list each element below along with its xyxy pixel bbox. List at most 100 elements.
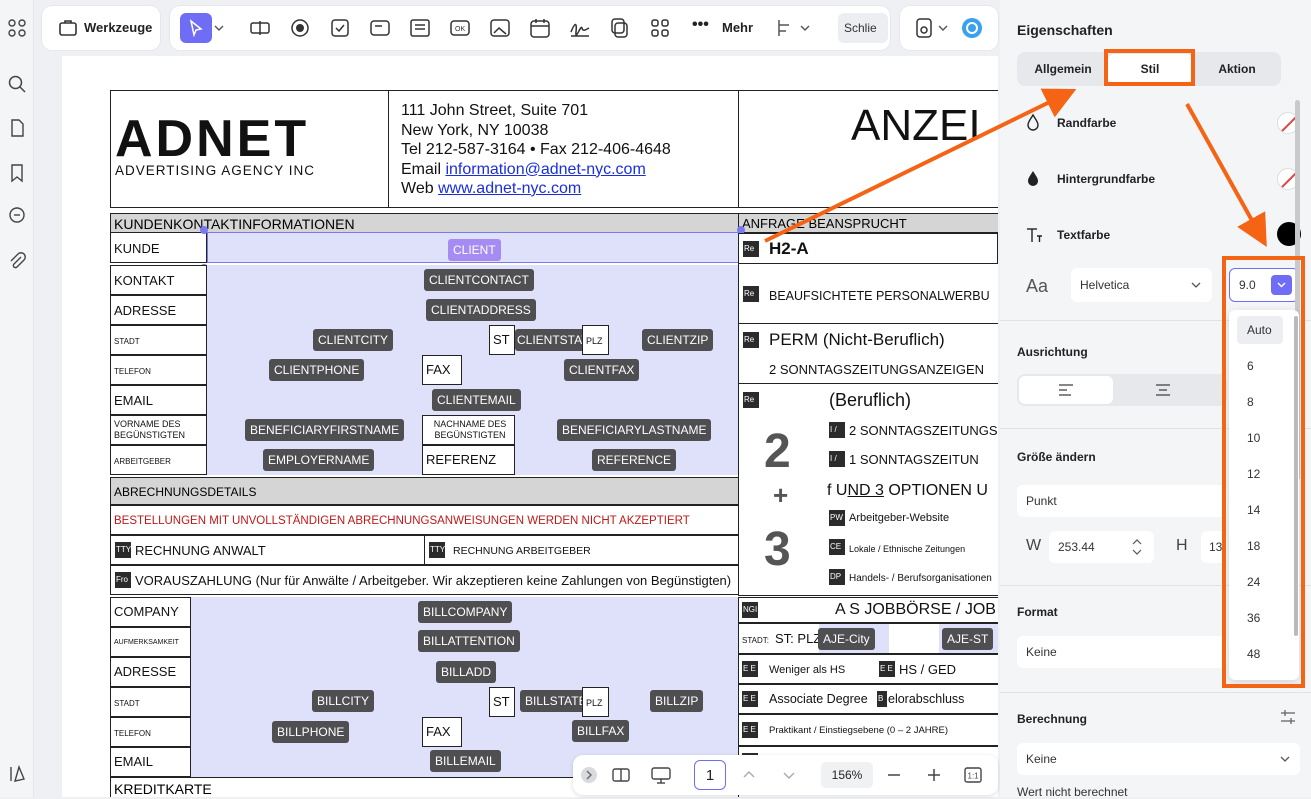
chevron-up-icon[interactable] (741, 767, 757, 783)
intern-checkbox[interactable]: E E (742, 722, 758, 738)
billphone-chip[interactable]: BILLPHONE (272, 721, 350, 743)
ai-assistant-icon[interactable] (960, 16, 984, 40)
attachment-icon[interactable] (7, 251, 27, 271)
web-link[interactable]: www.adnet-nyc.com (438, 180, 581, 197)
billadd-chip[interactable]: BILLADD (436, 661, 497, 683)
search-icon[interactable] (7, 74, 27, 94)
logo: ADNET (115, 110, 310, 168)
text-field-icon[interactable] (248, 16, 272, 40)
employer-web-checkbox[interactable]: PW (829, 510, 845, 526)
billzip-chip[interactable]: BILLZIP (650, 690, 704, 712)
kunde-label: KUNDE (114, 241, 160, 256)
clientaddress-chip[interactable]: CLIENTADDRESS (426, 299, 536, 321)
resize-handle[interactable] (200, 226, 208, 234)
close-edit-button[interactable]: Schlie (838, 13, 888, 43)
bachelor-checkbox[interactable]: B (877, 691, 887, 707)
billemail-chip[interactable]: BILLEMAIL (430, 750, 501, 772)
beruflich-label: (Beruflich) (829, 390, 912, 410)
comment-icon[interactable] (7, 206, 27, 226)
tab-action[interactable]: Aktion (1195, 54, 1279, 84)
calculation-select[interactable]: Keine (1017, 743, 1300, 775)
actual-size-icon[interactable]: 1:1 (963, 765, 983, 785)
clientzip-chip[interactable]: CLIENTZIP (642, 329, 714, 351)
more-dots-icon[interactable]: ••• (692, 16, 709, 34)
trade-orgs-checkbox[interactable]: DP (829, 569, 845, 585)
ajecity-chip[interactable]: AJE-City (818, 628, 875, 650)
chevron-down-icon[interactable] (798, 16, 812, 40)
copy-fields-icon[interactable] (608, 16, 632, 40)
zoom-level[interactable]: 156% (821, 762, 873, 788)
beneficiarylastname-chip[interactable]: BENEFICIARYLASTNAME (557, 419, 712, 441)
less-hs-checkbox[interactable]: E E (742, 661, 758, 677)
align-left-button[interactable] (1019, 376, 1113, 404)
list-box-icon[interactable] (408, 16, 432, 40)
zoom-in-icon[interactable] (926, 767, 942, 783)
email-link[interactable]: information@adnet-nyc.com (445, 161, 645, 178)
presentation-icon[interactable] (650, 765, 672, 785)
stepper-icon[interactable] (1131, 537, 1143, 557)
perm-checkbox[interactable]: Re (743, 332, 759, 348)
chevron-down-icon[interactable] (936, 16, 950, 40)
client-chip[interactable]: CLIENT (448, 239, 501, 261)
reading-mode-icon[interactable] (611, 765, 631, 785)
collapse-button[interactable] (581, 767, 597, 783)
radio-button-icon[interactable] (288, 16, 312, 40)
bookmark-icon[interactable] (7, 163, 27, 183)
hs-ged-checkbox[interactable]: E E (879, 661, 895, 677)
billstate-chip[interactable]: BILLSTATE (520, 690, 592, 712)
invoice-employer-checkbox[interactable]: TTY (429, 542, 445, 558)
checkbox-icon[interactable] (328, 16, 352, 40)
chevron-down-icon[interactable] (212, 16, 226, 40)
width-input[interactable]: 253.44 (1049, 531, 1154, 563)
h2a-checkbox[interactable]: Re (743, 241, 759, 257)
jobboard-checkbox[interactable]: NGI (742, 602, 758, 618)
invoice-attorney-checkbox[interactable]: TTY (115, 542, 131, 558)
beruflich-checkbox[interactable]: Re (743, 392, 759, 408)
zoom-out-icon[interactable] (886, 767, 902, 783)
align-center-button[interactable] (1116, 376, 1210, 404)
clientcontact-chip[interactable]: CLIENTCONTACT (424, 269, 534, 291)
settings-sliders-icon[interactable] (1279, 708, 1297, 726)
billcompany-chip[interactable]: BILLCOMPANY (418, 601, 513, 623)
associate-checkbox[interactable]: E E (742, 691, 758, 707)
billfax-chip[interactable]: BILLFAX (572, 720, 630, 742)
prepay-checkbox[interactable]: Fro (115, 572, 131, 588)
more-button[interactable]: Mehr (722, 20, 753, 35)
toolbox-icon[interactable] (56, 16, 80, 40)
format-select[interactable]: Keine (1017, 636, 1227, 668)
image-field-icon[interactable] (488, 16, 512, 40)
align-icon[interactable] (774, 16, 798, 40)
clientemail-chip[interactable]: CLIENTEMAIL (432, 389, 521, 411)
tools-button[interactable]: Werkzeuge (84, 20, 152, 35)
clientphone-chip[interactable]: CLIENTPHONE (269, 359, 365, 381)
tab-general[interactable]: Allgemein (1021, 54, 1105, 84)
save-icon[interactable] (912, 16, 936, 40)
chevron-down-icon[interactable] (781, 767, 797, 783)
billcity-chip[interactable]: BILLCITY (312, 690, 375, 712)
local-papers-checkbox[interactable]: CE (829, 539, 845, 555)
button-field-icon[interactable]: OK (448, 16, 472, 40)
reference-chip[interactable]: REFERENCE (592, 449, 677, 471)
sunday2-checkbox[interactable]: I / (829, 422, 845, 438)
h2a-cell: Re H2-A (738, 233, 998, 264)
select-tool-button[interactable] (180, 13, 212, 43)
unit-select[interactable]: Punkt (1017, 485, 1227, 517)
ajest-chip[interactable]: AJE-ST (942, 628, 994, 650)
sunday1-checkbox[interactable]: I / (829, 451, 845, 467)
combo-box-icon[interactable] (368, 16, 392, 40)
date-field-icon[interactable] (528, 16, 552, 40)
clientcity-chip[interactable]: CLIENTCITY (313, 329, 394, 351)
library-icon[interactable] (7, 764, 27, 784)
page-number-input[interactable]: 1 (694, 760, 726, 790)
employername-chip[interactable]: EMPLOYERNAME (263, 449, 375, 471)
signature-icon[interactable] (568, 16, 592, 40)
supervised-checkbox[interactable]: Re (743, 286, 759, 302)
grid-icon[interactable] (7, 18, 27, 38)
beneficiaryfirstname-chip[interactable]: BENEFICIARYFIRSTNAME (245, 419, 405, 441)
billattention-chip[interactable]: BILLATTENTION (418, 630, 520, 652)
clientfax-chip[interactable]: CLIENTFAX (564, 359, 640, 381)
pages-icon[interactable] (7, 118, 27, 138)
font-family-select[interactable]: Helvetica (1071, 268, 1212, 302)
arrange-icon[interactable] (648, 16, 672, 40)
arbeitgeber-label: ARBEITGEBER (114, 457, 171, 466)
